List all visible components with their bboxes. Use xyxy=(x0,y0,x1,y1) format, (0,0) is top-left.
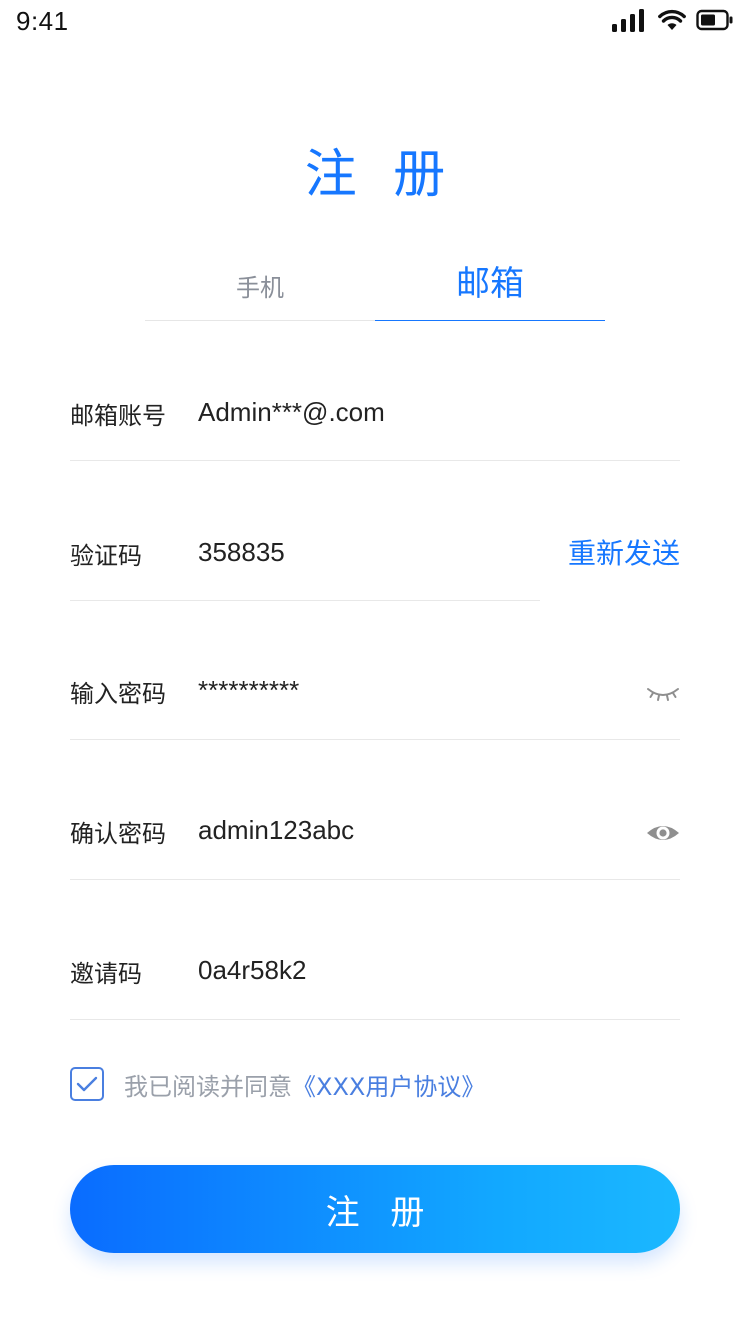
email-label: 邮箱账号 xyxy=(70,402,166,430)
status-bar: 9:41 xyxy=(0,0,750,44)
email-divider xyxy=(70,460,680,461)
eye-closed-icon[interactable] xyxy=(646,676,680,710)
user-agreement-link[interactable]: 《XXX用户协议》 xyxy=(292,1067,485,1102)
register-button[interactable]: 注 册 xyxy=(70,1165,680,1253)
code-field[interactable] xyxy=(198,532,498,572)
code-divider xyxy=(70,600,540,601)
eye-open-icon[interactable] xyxy=(646,816,680,850)
signal-icon xyxy=(612,8,648,36)
tab-phone-label: 手机 xyxy=(236,274,284,302)
page-title: 注 册 xyxy=(304,145,456,205)
status-time: 9:41 xyxy=(16,6,69,36)
confirm-row: 确认密码 xyxy=(70,802,680,862)
tab-email-label: 邮箱 xyxy=(456,264,524,304)
invite-label: 邀请码 xyxy=(70,960,142,988)
code-label: 验证码 xyxy=(70,542,142,570)
confirm-divider xyxy=(70,879,680,880)
confirm-password-field[interactable] xyxy=(198,810,598,850)
tab-phone[interactable]: 手机 xyxy=(145,250,375,321)
email-row: 邮箱账号 xyxy=(70,384,680,444)
confirm-label: 确认密码 xyxy=(70,820,166,848)
tab-email-underline xyxy=(375,320,605,321)
password-field[interactable] xyxy=(198,670,598,710)
tab-phone-underline xyxy=(145,320,375,321)
password-label: 输入密码 xyxy=(70,680,166,708)
code-row: 验证码 重新发送 xyxy=(70,524,680,584)
invite-code-field[interactable] xyxy=(198,950,598,990)
tab-email[interactable]: 邮箱 xyxy=(375,250,605,321)
agreement-checkbox[interactable] xyxy=(70,1067,104,1101)
resend-button[interactable]: 重新发送 xyxy=(568,532,680,572)
wifi-icon xyxy=(658,9,686,35)
password-row: 输入密码 xyxy=(70,662,680,722)
check-icon xyxy=(76,1076,98,1092)
agreement-row: 我已阅读并同意 《XXX用户协议》 xyxy=(70,1066,485,1102)
email-field[interactable] xyxy=(198,392,598,432)
register-tabs: 手机 邮箱 xyxy=(145,250,605,321)
agreement-text: 我已阅读并同意 xyxy=(124,1072,292,1101)
invite-row: 邀请码 xyxy=(70,942,680,1002)
invite-divider xyxy=(70,1019,680,1020)
battery-icon xyxy=(696,9,734,35)
password-divider xyxy=(70,739,680,740)
status-icons xyxy=(612,8,734,36)
